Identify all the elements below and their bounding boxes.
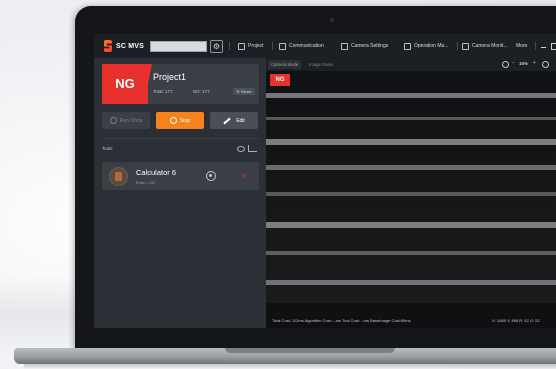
list-icon (404, 42, 411, 50)
project-total-count: Total: 177 (153, 89, 173, 94)
app-logo: SC MVS (104, 40, 144, 52)
run-once-label: Run Once (119, 117, 143, 124)
screen-icon (462, 42, 469, 50)
chart-icon[interactable] (248, 145, 257, 152)
menu-project-label: Project (248, 43, 264, 49)
cost-status: Total Cost: 112ms Algorithm Cost: --ms T… (272, 318, 411, 323)
maximize-icon[interactable] (551, 43, 556, 50)
menu-more-label: More (516, 43, 528, 49)
zoom-plus-button[interactable]: + (533, 60, 536, 66)
menu-operation[interactable]: Operation Ma... (404, 40, 448, 52)
play-icon (109, 117, 117, 124)
run-once-button[interactable]: Run Once (102, 112, 150, 129)
tool-item[interactable]: Calculator 6 Exist = OK ✕ (102, 162, 259, 190)
monitor-icon (279, 42, 286, 50)
menu-camera-monitor[interactable]: Camera Monit... (462, 40, 508, 52)
status-badge-wedge (144, 64, 152, 104)
tool-settings-icon[interactable] (206, 171, 216, 181)
image-stripe (266, 280, 556, 285)
laptop-shadow (24, 364, 556, 369)
stop-button[interactable]: Stop (156, 112, 204, 129)
separator (229, 42, 230, 50)
image-stripe (266, 165, 556, 170)
stop-label: Stop (179, 117, 191, 124)
project-card: NG Project1 Total: 177 NG: 177 ↻ Reset (102, 64, 259, 104)
tools-heading: Tools (102, 146, 113, 151)
menu-communication-label: Communication (289, 43, 324, 49)
status-bar: Total Cost: 112ms Algorithm Cost: --ms T… (266, 303, 556, 328)
divider (102, 138, 259, 139)
camera-icon (341, 42, 348, 50)
tool-ng-marker-icon: ✕ (240, 171, 248, 181)
tab-camera-mode[interactable]: Camera Mode (268, 60, 302, 69)
tool-name: Calculator 6 (136, 168, 177, 177)
menu-camera-monitor-label: Camera Monit... (472, 43, 508, 49)
logo-icon (104, 40, 112, 52)
settings-gear-icon[interactable]: ⚙ (210, 40, 223, 53)
app-window: SC MVS ⚙ Project Communication Camera Se… (94, 34, 556, 328)
menu-camera-settings[interactable]: Camera Settings (341, 40, 388, 52)
image-stripe (266, 93, 556, 98)
calculator-icon (109, 167, 128, 186)
menu-more[interactable]: More (516, 40, 527, 52)
edit-button[interactable]: Edit (210, 112, 258, 129)
refresh-icon: ↻ (236, 89, 240, 94)
search-input[interactable] (150, 41, 207, 52)
image-stripe (266, 251, 556, 255)
menu-camera-settings-label: Camera Settings (351, 43, 389, 49)
reset-label: Reset (241, 89, 252, 94)
eye-icon[interactable] (237, 146, 245, 152)
zoom-in-icon[interactable] (542, 61, 549, 68)
zoom-minus-button[interactable]: − (512, 60, 515, 66)
separator (272, 42, 273, 50)
laptop-hinge (225, 348, 395, 353)
project-status-badge: NG (102, 64, 148, 104)
separator (457, 42, 458, 50)
app-name: SC MVS (116, 42, 145, 50)
pencil-icon (223, 117, 231, 124)
result-badge: NG (270, 74, 290, 86)
top-bar: SC MVS ⚙ Project Communication Camera Se… (94, 34, 556, 59)
pixel-readout: X: 1085 Y: 898 R: 52 G: 52 (492, 318, 540, 323)
zoom-level: 16% (519, 61, 529, 66)
project-title: Project1 (153, 72, 187, 82)
grid-icon (238, 42, 245, 50)
left-panel: NG Project1 Total: 177 NG: 177 ↻ Reset R… (94, 58, 266, 328)
zoom-out-icon[interactable] (502, 61, 509, 68)
menu-project[interactable]: Project (238, 40, 264, 52)
image-stripe (266, 117, 556, 120)
menu-communication[interactable]: Communication (279, 40, 324, 52)
camera-image[interactable]: NG (266, 71, 556, 303)
image-panel: Camera Mode Image Mode − 16% + NG Total … (266, 58, 556, 328)
reset-button[interactable]: ↻ Reset (233, 88, 255, 95)
image-stripe (266, 222, 556, 228)
edit-label: Edit (236, 117, 245, 124)
project-ng-count: NG: 177 (193, 89, 210, 94)
image-stripe (266, 139, 556, 145)
tool-status: Exist = OK (136, 180, 156, 185)
tab-image-mode[interactable]: Image Mode (306, 60, 336, 69)
stop-icon (169, 117, 177, 124)
webcam (330, 18, 334, 22)
separator (535, 42, 536, 50)
image-stripe (266, 192, 556, 196)
minimize-icon[interactable] (541, 47, 546, 48)
view-tabs: Camera Mode Image Mode − 16% + (266, 58, 556, 71)
menu-operation-label: Operation Ma... (414, 43, 449, 49)
